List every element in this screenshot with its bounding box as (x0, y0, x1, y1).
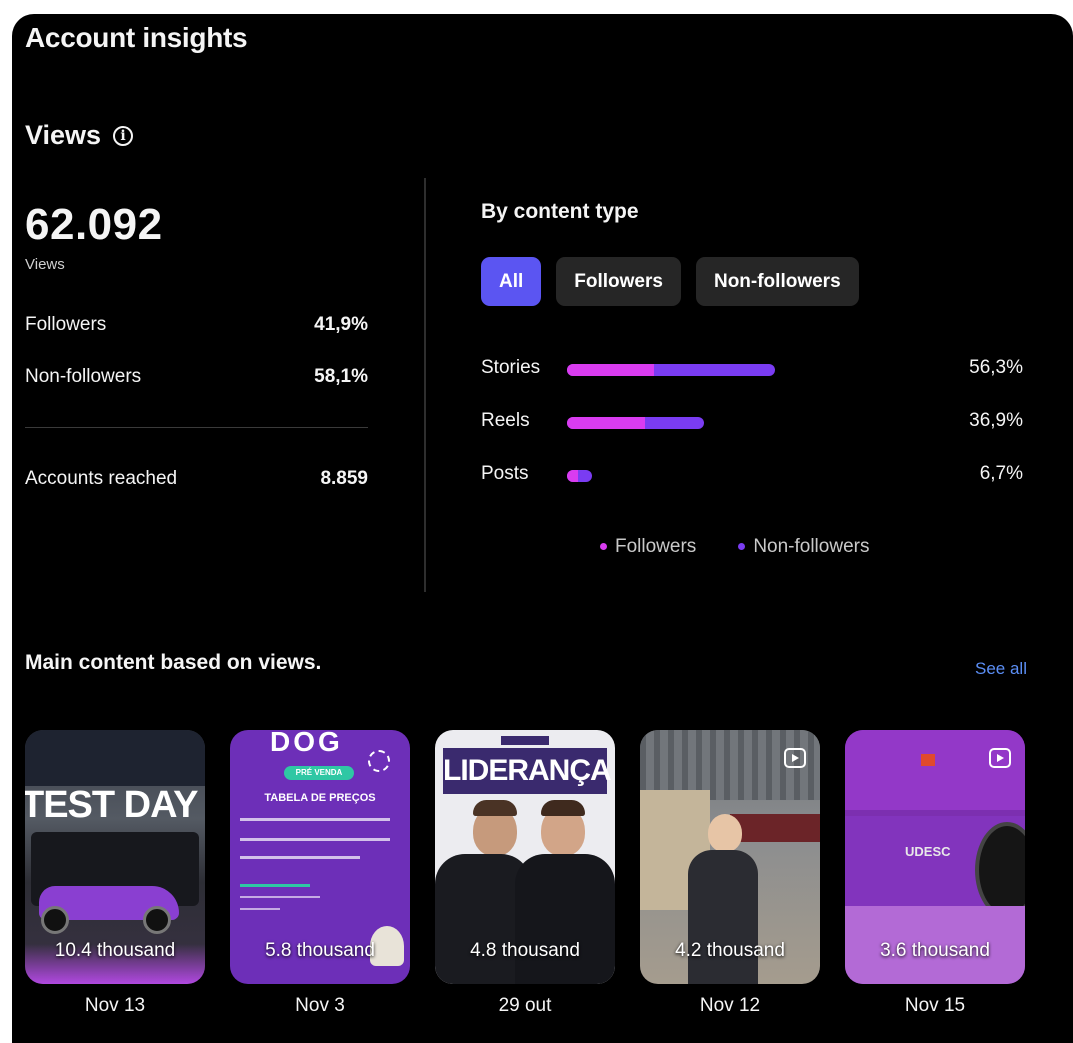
account-insights-panel: Account insights Views i 62.092 Views Fo… (12, 14, 1073, 1043)
bar-track-stories (567, 364, 937, 376)
content-thumbnail-3[interactable]: LIDERANÇA 4.8 thousand (435, 730, 615, 984)
main-content-heading: Main content based on views. (25, 651, 322, 674)
bar-label-reels: Reels (481, 410, 530, 431)
legend-non-followers: Non-followers (738, 536, 869, 558)
thumb-date-3: 29 out (498, 995, 552, 1016)
thumb-date-4: Nov 12 (699, 995, 761, 1016)
thumb-presale-badge: PRÉ VENDA (284, 766, 354, 780)
thumb-person-right-hair (541, 800, 585, 816)
non-followers-label: Non-followers (25, 366, 142, 387)
see-all-link[interactable]: See all (975, 659, 1027, 679)
non-followers-row: Non-followers 58,1% (25, 366, 368, 388)
bar-row-posts: Posts 6,7% (481, 461, 1023, 491)
bar-label-stories: Stories (481, 357, 541, 378)
divider (25, 427, 368, 428)
thumb-dog-logo: DOG (270, 730, 343, 757)
thumb-person-head (708, 814, 742, 852)
thumb-view-count-3: 4.8 thousand (470, 940, 580, 961)
bar-pct-stories: 56,3% (969, 357, 1023, 378)
thumb-loader-icon (368, 750, 390, 772)
thumb-price-line-3 (240, 856, 360, 859)
accounts-reached-value: 8.859 (320, 468, 368, 489)
bar-row-stories: Stories 56,3% (481, 355, 1023, 385)
content-type-heading: By content type (481, 200, 639, 223)
thumb-detail-line-2 (240, 908, 280, 910)
bar-followers-reels (567, 417, 645, 429)
thumb-view-count-2: 5.8 thousand (265, 940, 375, 961)
non-followers-value: 58,1% (314, 366, 368, 387)
vertical-divider (424, 178, 426, 592)
bar-pct-reels: 36,9% (969, 410, 1023, 431)
thumb-person-left-hair (473, 800, 517, 816)
thumb-banner-text-3: LIDERANÇA (443, 748, 612, 794)
reel-icon (784, 748, 806, 768)
followers-row: Followers 41,9% (25, 314, 368, 336)
legend-followers: Followers (600, 536, 696, 558)
page-title: Account insights (25, 22, 248, 53)
bar-followers-posts (567, 470, 579, 482)
thumb-wheel-left (41, 906, 69, 934)
chart-legend: Followers Non-followers (600, 536, 869, 558)
accounts-reached-label: Accounts reached (25, 468, 178, 489)
legend-dot-non-followers (738, 543, 746, 551)
reel-icon (989, 748, 1011, 768)
legend-dot-followers (600, 543, 607, 551)
legend-followers-label: Followers (615, 536, 697, 557)
bar-track-reels (567, 417, 937, 429)
total-views-label: Views (25, 256, 65, 273)
content-thumbnail-2[interactable]: DOG PRÉ VENDA TABELA DE PREÇOS 5.8 thous… (230, 730, 410, 984)
thumb-price-line-1 (240, 818, 390, 821)
total-views: 62.092 (25, 200, 163, 249)
tab-all[interactable]: All (481, 257, 542, 306)
bar-pct-posts: 6,7% (979, 463, 1023, 484)
content-thumbnail-1[interactable]: TEST DAY 10.4 thousand (25, 730, 205, 984)
followers-value: 41,9% (314, 314, 368, 335)
thumb-view-count-5: 3.6 thousand (880, 940, 990, 961)
thumb-red-banner (730, 814, 820, 842)
thumb-view-count-4: 4.2 thousand (675, 940, 785, 961)
legend-non-followers-label: Non-followers (753, 536, 870, 557)
views-heading: Views i (25, 120, 134, 151)
tab-followers[interactable]: Followers (556, 257, 681, 306)
thumb-price-heading: TABELA DE PREÇOS (264, 792, 376, 804)
content-thumbnail-4[interactable]: 4.2 thousand (640, 730, 820, 984)
thumb-accent-line (240, 884, 310, 887)
tab-non-followers[interactable]: Non-followers (695, 257, 859, 306)
accounts-reached-row: Accounts reached 8.859 (25, 468, 368, 490)
thumb-person-body (688, 850, 758, 984)
thumb-car-top (845, 730, 1025, 810)
bar-track-posts (567, 470, 937, 482)
bar-row-reels: Reels 36,9% (481, 408, 1023, 438)
thumb-date-5: Nov 15 (904, 995, 966, 1016)
thumb-top-tag (501, 736, 549, 745)
thumb-price-line-2 (240, 838, 390, 841)
thumb-udesc-logo: UDESC (905, 844, 951, 859)
thumb-wheel-right (143, 906, 171, 934)
thumb-view-count-1: 10.4 thousand (54, 940, 176, 961)
thumb-building (25, 730, 205, 786)
followers-label: Followers (25, 314, 107, 335)
bar-followers-stories (567, 364, 654, 376)
thumb-date-1: Nov 13 (84, 995, 146, 1016)
thumb-detail-line-1 (240, 896, 320, 898)
thumb-person-right-body (515, 854, 615, 984)
content-thumbnail-5[interactable]: UDESC 3.6 thousand (845, 730, 1025, 984)
bar-label-posts: Posts (481, 463, 529, 484)
thumb-flag-icon (921, 754, 935, 766)
views-heading-text: Views (25, 120, 102, 150)
thumb-date-2: Nov 3 (295, 995, 345, 1016)
content-type-tabs: All Followers Non-followers (481, 257, 859, 306)
info-icon[interactable]: i (113, 125, 134, 146)
thumb-banner-text-1: TEST DAY (25, 784, 198, 826)
